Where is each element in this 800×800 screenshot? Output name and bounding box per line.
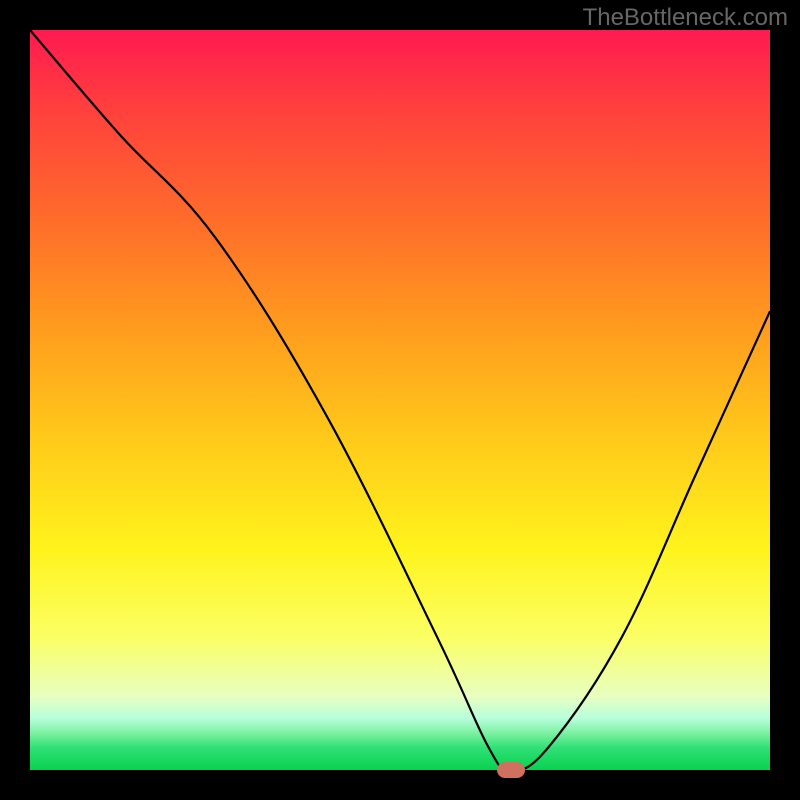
chart-container: TheBottleneck.com: [0, 0, 800, 800]
plot-gradient-background: [30, 30, 770, 770]
watermark-text: TheBottleneck.com: [583, 4, 788, 32]
highlight-marker: [497, 762, 525, 778]
